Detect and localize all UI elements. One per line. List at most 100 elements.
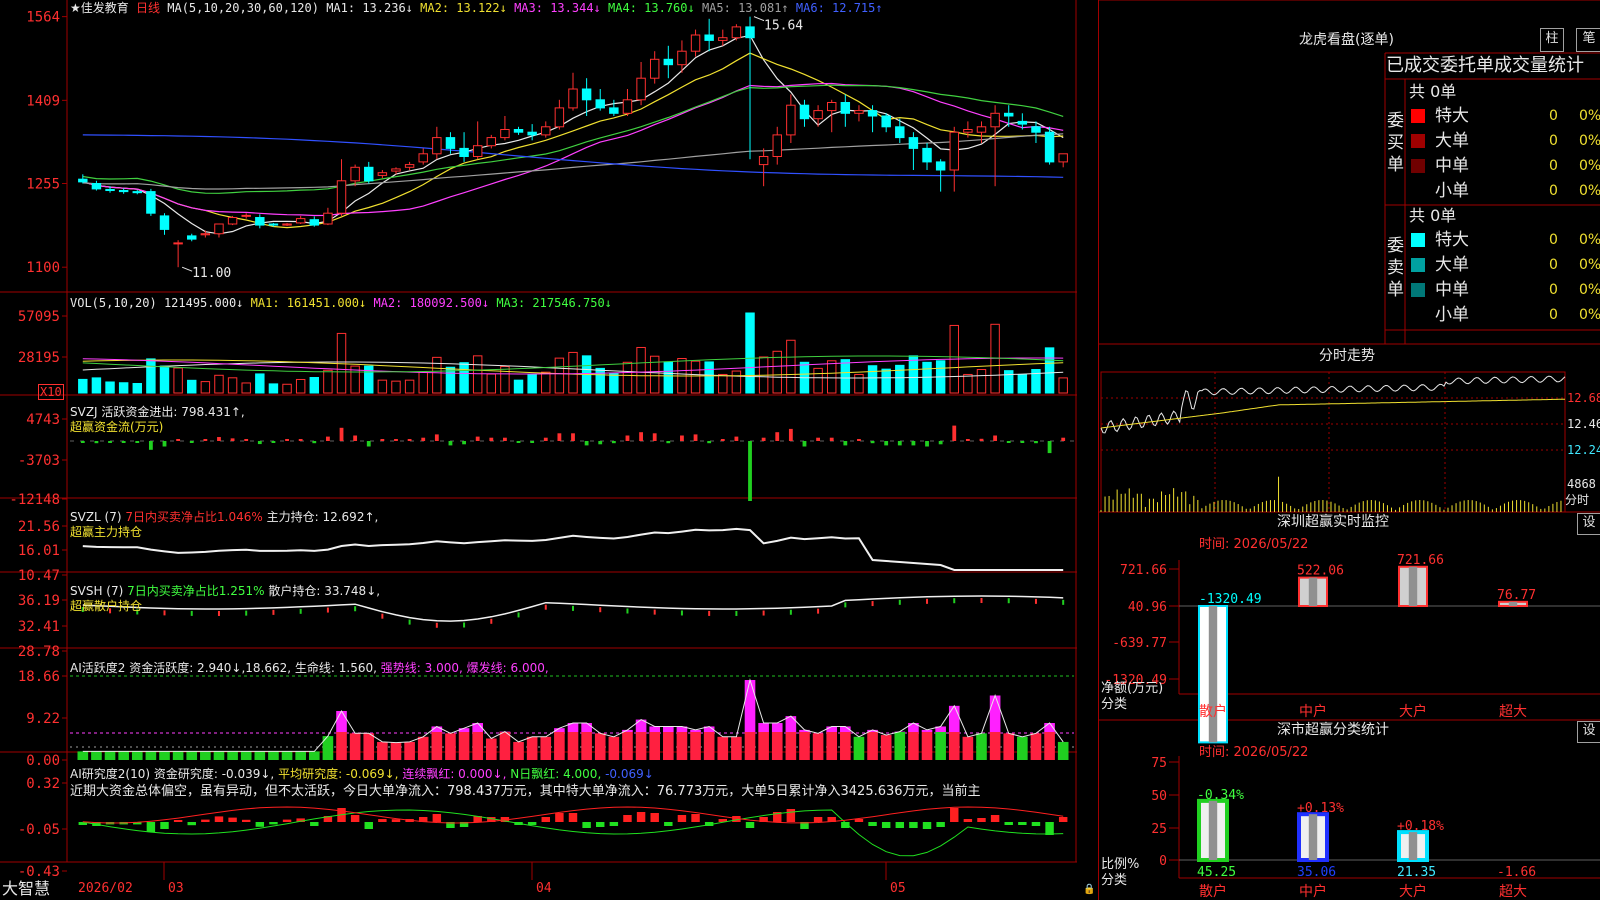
ai2-bar [909,822,918,828]
ma5-value: MA5: 13.081↑ [701,1,789,15]
main-chart-area[interactable]: 1564 1409 1255 1100 15.64 11.00 57095 28195 4743… [0,0,1095,900]
sell-count: 0 [1549,257,1558,273]
period-label[interactable]: 日线 [136,1,160,15]
svzj-bar [257,441,262,445]
svsh-tick-bar [326,607,329,613]
svzj-bar [816,437,821,441]
candle-body [105,188,115,192]
svsh-tick-bar [762,610,765,616]
ma5-line [82,34,1064,235]
candle-body [786,104,796,136]
ai1-title: AI活跃度2 资金活跃度: 2.940↓,18.662, [70,661,292,675]
ai1-bar [690,732,701,760]
ai1-bar [894,732,906,760]
date-label-0: 2026/02 [78,881,133,896]
ai1-bar [363,733,375,760]
ai1-bar [663,732,674,760]
candle-body [418,153,428,163]
ai1-bar [77,751,89,760]
ma-header: MA(5,10,20,30,60,120) [167,1,319,15]
ma4-value: MA4: 13.760↓ [608,1,695,15]
lock-icon[interactable]: 🔒 [1083,883,1095,897]
buy-count: 0 [1549,108,1558,124]
ai1-bar-top [336,710,347,732]
buy-row: 特大 0 0% [1409,104,1600,128]
ai1-bar [349,733,361,760]
ss-cat-label: 大户 [1399,883,1427,900]
candle-body [1004,112,1014,117]
svzl-tick-2: 10.47 [18,568,60,584]
buy-count: 0 [1549,158,1558,174]
svsh-tick-2: 28.78 [18,644,60,660]
candle-body [690,34,701,52]
svzj-bar [312,441,317,444]
candle-body [622,99,633,114]
ai1-bar [281,751,293,760]
sz-bar-shade [1408,566,1418,606]
stock-title[interactable]: ★佳发教育 [70,1,129,15]
ai1-bar [771,732,783,760]
buy-row: 大单 0 0% [1409,129,1600,153]
volume-bar [118,382,129,394]
svzj-bar [938,441,943,445]
ai2-bar [146,822,156,832]
svzj-bar [203,439,208,441]
volume-bar [187,379,197,394]
svzj-bar [230,438,235,441]
svzj-bar [421,437,426,441]
vol-header: VOL(5,10,20) 121495.000↓ MA1: 161451.000… [70,296,612,310]
sell-order-label: 委卖单 [1387,236,1404,300]
ss-time: 时间: 2026/05/22 [1199,745,1309,760]
ai2-bar [555,813,564,822]
tick-view-button[interactable]: 笔 [1576,28,1600,52]
buy-total: 共 0单 [1409,82,1457,101]
candle-body [949,131,959,171]
ai2-bar [241,819,251,822]
column-view-button[interactable]: 柱 [1540,28,1564,52]
ai2-title: AI研究度2(10) 资金研究度: -0.039↓, [70,767,275,781]
candle-body [745,26,755,39]
ai1-bar [567,732,579,760]
price-tick-1: 1409 [26,93,60,109]
ai1-bar [908,732,919,760]
svzj-bar [829,437,834,441]
candle-body [976,126,987,133]
candle-body [1044,131,1055,163]
ss-bar-2 [1397,830,1429,862]
ai1-bar [104,751,116,760]
candle-body [336,180,347,214]
svzj-bar [925,441,929,447]
svzj-bar [1006,441,1011,443]
svsh-tick-bar [708,610,711,616]
vol-unit-badge[interactable]: X10 [38,384,64,400]
ai1-bar [758,732,769,760]
ss-settings-button[interactable]: 设 [1577,721,1600,743]
svzj-bar [244,439,249,441]
svsh-tick-bar [245,610,248,616]
candle-body [472,145,483,157]
svsh-tick-bar [653,609,656,615]
buy-color-swatch [1411,184,1425,198]
candle-body [1058,153,1068,163]
svzj-bar [353,435,358,441]
ai2-bar [868,822,877,826]
fenshi-vol: 4868 [1567,477,1596,491]
svzj-bar [557,433,562,441]
volume-bar [731,370,742,394]
ai1-burst: 爆发线: 6.000, [466,661,549,675]
ss-change-label: -0.34% [1197,788,1244,803]
ai2-bar [990,815,1000,822]
buy-order-label: 委买单 [1387,111,1404,175]
ai1-bar [594,733,606,760]
svsh-tick-1: 32.41 [18,619,60,635]
candle-body [159,215,170,230]
svzj-bar [462,441,466,445]
buy-name: 中单 [1435,156,1469,176]
ai1-bar [935,732,946,760]
brand-logo[interactable]: 大智慧 [2,879,50,899]
sz-settings-button[interactable]: 设 [1577,513,1600,535]
svsh-tick-bar [408,619,411,625]
volume-bar [91,377,102,394]
candle-body [840,102,851,114]
ai1-bar-top [649,726,661,732]
